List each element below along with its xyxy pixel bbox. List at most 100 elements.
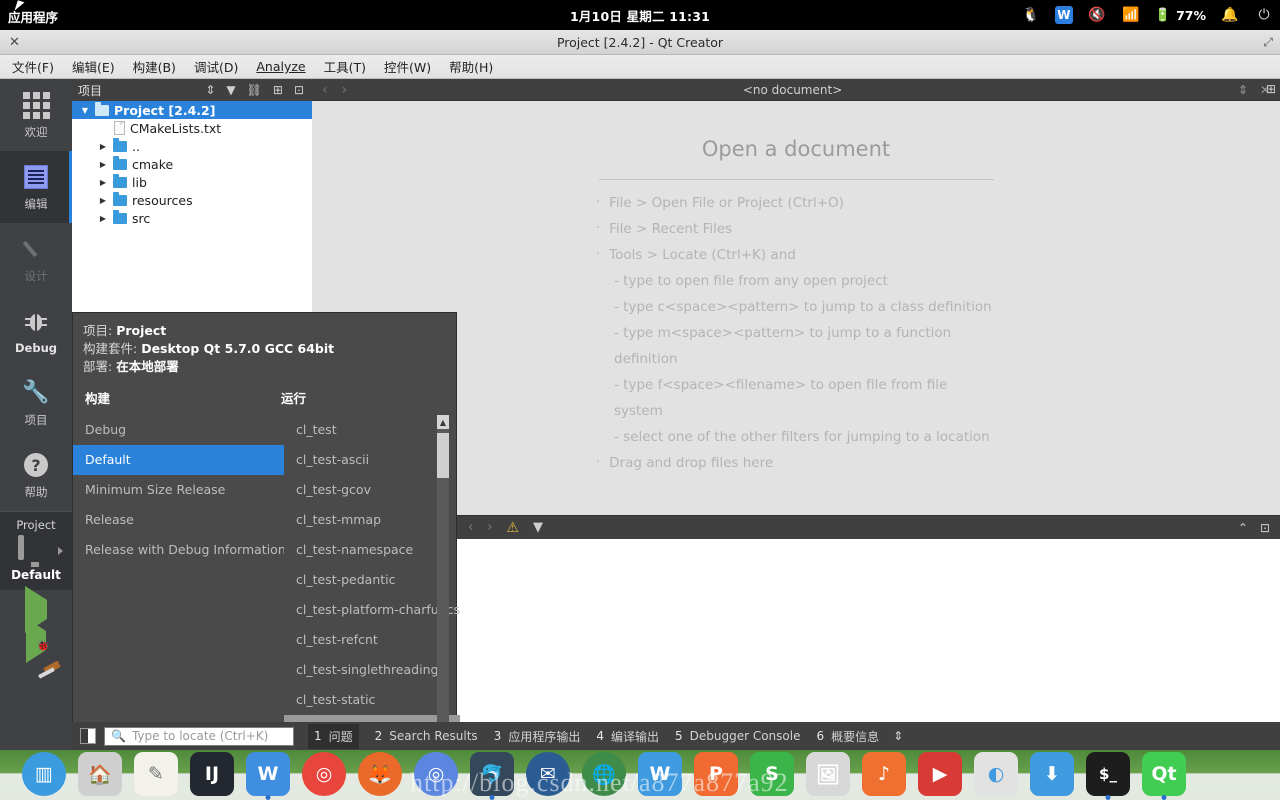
menu-build[interactable]: 构建(B) bbox=[133, 57, 176, 76]
terminal-icon[interactable]: $_ bbox=[1086, 752, 1130, 800]
split-editor-icon[interactable]: ⇕ bbox=[1238, 83, 1248, 97]
build-config-list[interactable]: Debug Default Minimum Size Release Relea… bbox=[73, 415, 284, 745]
run-config-item[interactable]: cl_test-gcov bbox=[284, 475, 460, 505]
run-config-item[interactable]: cl_test-namespace bbox=[284, 535, 460, 565]
chevron-left-icon[interactable]: ‹ bbox=[322, 82, 328, 98]
debug-button[interactable]: 🐞 bbox=[26, 618, 50, 663]
close-icon[interactable]: ✕ bbox=[9, 35, 20, 50]
run-config-scrollbar[interactable]: ▲ ▼ bbox=[436, 415, 449, 770]
run-config-item[interactable]: cl_test-static bbox=[284, 685, 460, 715]
chevron-right-icon[interactable]: › bbox=[487, 520, 492, 535]
wiznote-icon[interactable]: W bbox=[246, 752, 290, 800]
pane-compile-output[interactable]: 4 编译输出 bbox=[596, 728, 659, 745]
filter-icon[interactable]: ▼ bbox=[533, 520, 543, 535]
toggle-sidebar-icon[interactable] bbox=[80, 728, 96, 744]
menu-analyze[interactable]: Analyze bbox=[256, 59, 305, 74]
tree-item-cmakelists[interactable]: CMakeLists.txt bbox=[72, 119, 312, 137]
pane-application-output[interactable]: 3 应用程序输出 bbox=[494, 728, 581, 745]
chevron-down-icon[interactable]: ▼ bbox=[80, 106, 90, 115]
menu-file[interactable]: 文件(F) bbox=[12, 57, 54, 76]
launcher-icon[interactable]: ▥ bbox=[22, 752, 66, 796]
chevron-up-icon[interactable]: ⌃ bbox=[1238, 521, 1248, 535]
sync-selection-icon[interactable]: ⇕ bbox=[205, 83, 215, 97]
tree-item-project[interactable]: ▼ Project [2.4.2] bbox=[72, 101, 312, 119]
text-editor-icon[interactable]: ✎ bbox=[134, 752, 178, 796]
build-config-item[interactable]: Default bbox=[73, 445, 284, 475]
tree-item-resources[interactable]: ▶ resources bbox=[72, 191, 312, 209]
file-manager-icon[interactable]: 🏠 bbox=[78, 752, 122, 796]
menu-debug[interactable]: 调试(D) bbox=[194, 57, 238, 76]
mysql-workbench-icon[interactable]: 🐬 bbox=[470, 752, 514, 800]
wps-presentation-icon[interactable]: P bbox=[694, 752, 738, 796]
split-icon[interactable]: ⊞ bbox=[273, 83, 283, 97]
settings-icon[interactable]: ◐ bbox=[974, 752, 1018, 796]
pane-search-results[interactable]: 2 Search Results bbox=[375, 729, 478, 743]
up-down-arrows-icon[interactable]: ⇕ bbox=[893, 729, 903, 743]
tree-item-cmake[interactable]: ▶ cmake bbox=[72, 155, 312, 173]
power-icon[interactable]: ⏻ bbox=[1254, 5, 1274, 25]
chevron-right-icon[interactable]: ▶ bbox=[98, 196, 108, 205]
pane-debugger-console[interactable]: 5 Debugger Console bbox=[675, 729, 801, 743]
tree-item-parent[interactable]: ▶ .. bbox=[72, 137, 312, 155]
thunderbird-icon[interactable]: ✉ bbox=[526, 752, 570, 796]
mode-welcome[interactable]: 欢迎 bbox=[0, 79, 72, 151]
run-config-item[interactable]: cl_test-refcnt bbox=[284, 625, 460, 655]
chevron-right-icon[interactable]: ▶ bbox=[98, 214, 108, 223]
run-config-item[interactable]: cl_test-singlethreading bbox=[284, 655, 460, 685]
filter-icon[interactable]: ▼ bbox=[226, 83, 235, 97]
tree-item-src[interactable]: ▶ src bbox=[72, 209, 312, 227]
menu-edit[interactable]: 编辑(E) bbox=[72, 57, 115, 76]
maximize-pane-icon[interactable]: ⊡ bbox=[1260, 521, 1270, 535]
intellij-idea-icon[interactable]: IJ bbox=[190, 752, 234, 796]
chevron-right-icon[interactable]: ▶ bbox=[98, 178, 108, 187]
network-icon[interactable]: 🌐 bbox=[582, 752, 626, 796]
volume-muted-icon[interactable]: 🔇 bbox=[1087, 5, 1107, 25]
run-config-list[interactable]: cl_test cl_test-ascii cl_test-gcov cl_te… bbox=[284, 415, 460, 770]
google-chrome-icon[interactable]: ◎ bbox=[302, 752, 346, 796]
run-config-item[interactable]: cl_test-ascii bbox=[284, 445, 460, 475]
run-config-item[interactable]: cl_test-pedantic bbox=[284, 565, 460, 595]
mode-projects[interactable]: 🔧 项目 bbox=[0, 367, 72, 439]
chevron-right-icon[interactable]: ▶ bbox=[98, 160, 108, 169]
wiznote-tray-icon[interactable]: W bbox=[1054, 6, 1073, 24]
chromium-icon[interactable]: ◎ bbox=[414, 752, 458, 796]
pane-general-messages[interactable]: 6 概要信息 bbox=[816, 728, 879, 745]
menu-help[interactable]: 帮助(H) bbox=[449, 57, 493, 76]
downloader-icon[interactable]: ⬇ bbox=[1030, 752, 1074, 796]
image-viewer-icon[interactable]: 🖼 bbox=[806, 752, 850, 796]
issues-list[interactable] bbox=[456, 539, 1280, 722]
document-selector[interactable]: <no document> bbox=[347, 83, 1238, 97]
build-config-item[interactable]: Release with Debug Information bbox=[73, 535, 284, 565]
editor-split-toggle-icon[interactable]: ⊞ bbox=[1266, 82, 1276, 96]
mode-help[interactable]: ? 帮助 bbox=[0, 439, 72, 511]
menu-tools[interactable]: 工具(T) bbox=[324, 57, 366, 76]
wps-spreadsheet-icon[interactable]: S bbox=[750, 752, 794, 796]
build-config-item[interactable]: Debug bbox=[73, 415, 284, 445]
warning-icon[interactable]: ⚠ bbox=[506, 520, 519, 536]
menu-window[interactable]: 控件(W) bbox=[384, 57, 431, 76]
battery-indicator[interactable]: 🔋 77% bbox=[1155, 8, 1206, 23]
wifi-icon[interactable]: 📶 bbox=[1121, 5, 1141, 25]
bell-icon[interactable]: 🔔 bbox=[1220, 5, 1240, 25]
locate-input[interactable]: 🔍 Type to locate (Ctrl+K) bbox=[104, 726, 294, 746]
chevron-left-icon[interactable]: ‹ bbox=[468, 520, 473, 535]
build-config-item[interactable]: Minimum Size Release bbox=[73, 475, 284, 505]
run-config-item[interactable]: cl_test-mmap bbox=[284, 505, 460, 535]
scroll-up-icon[interactable]: ▲ bbox=[436, 415, 449, 429]
mode-design[interactable]: 设计 bbox=[0, 223, 72, 295]
video-player-icon[interactable]: ▶ bbox=[918, 752, 962, 796]
build-config-item[interactable]: Release bbox=[73, 505, 284, 535]
kit-selector[interactable]: Project Default bbox=[0, 511, 72, 590]
project-tree[interactable]: ▼ Project [2.4.2] CMakeLists.txt ▶ .. ▶ … bbox=[72, 101, 312, 315]
firefox-icon[interactable]: 🦊 bbox=[358, 752, 402, 796]
scrollbar-thumb[interactable] bbox=[436, 433, 449, 478]
maximize-icon[interactable]: ⤢ bbox=[1263, 35, 1273, 50]
mode-edit[interactable]: 编辑 bbox=[0, 151, 72, 223]
collapse-icon[interactable]: ⊡ bbox=[294, 83, 304, 97]
mode-debug[interactable]: Debug bbox=[0, 295, 72, 367]
link-icon[interactable]: ⛓ bbox=[247, 83, 262, 97]
pane-issues[interactable]: 1 问题 bbox=[308, 723, 359, 749]
run-config-item[interactable]: cl_test-platform-charfuncs bbox=[284, 595, 460, 625]
music-player-icon[interactable]: ♪ bbox=[862, 752, 906, 796]
wps-writer-icon[interactable]: W bbox=[638, 752, 682, 796]
